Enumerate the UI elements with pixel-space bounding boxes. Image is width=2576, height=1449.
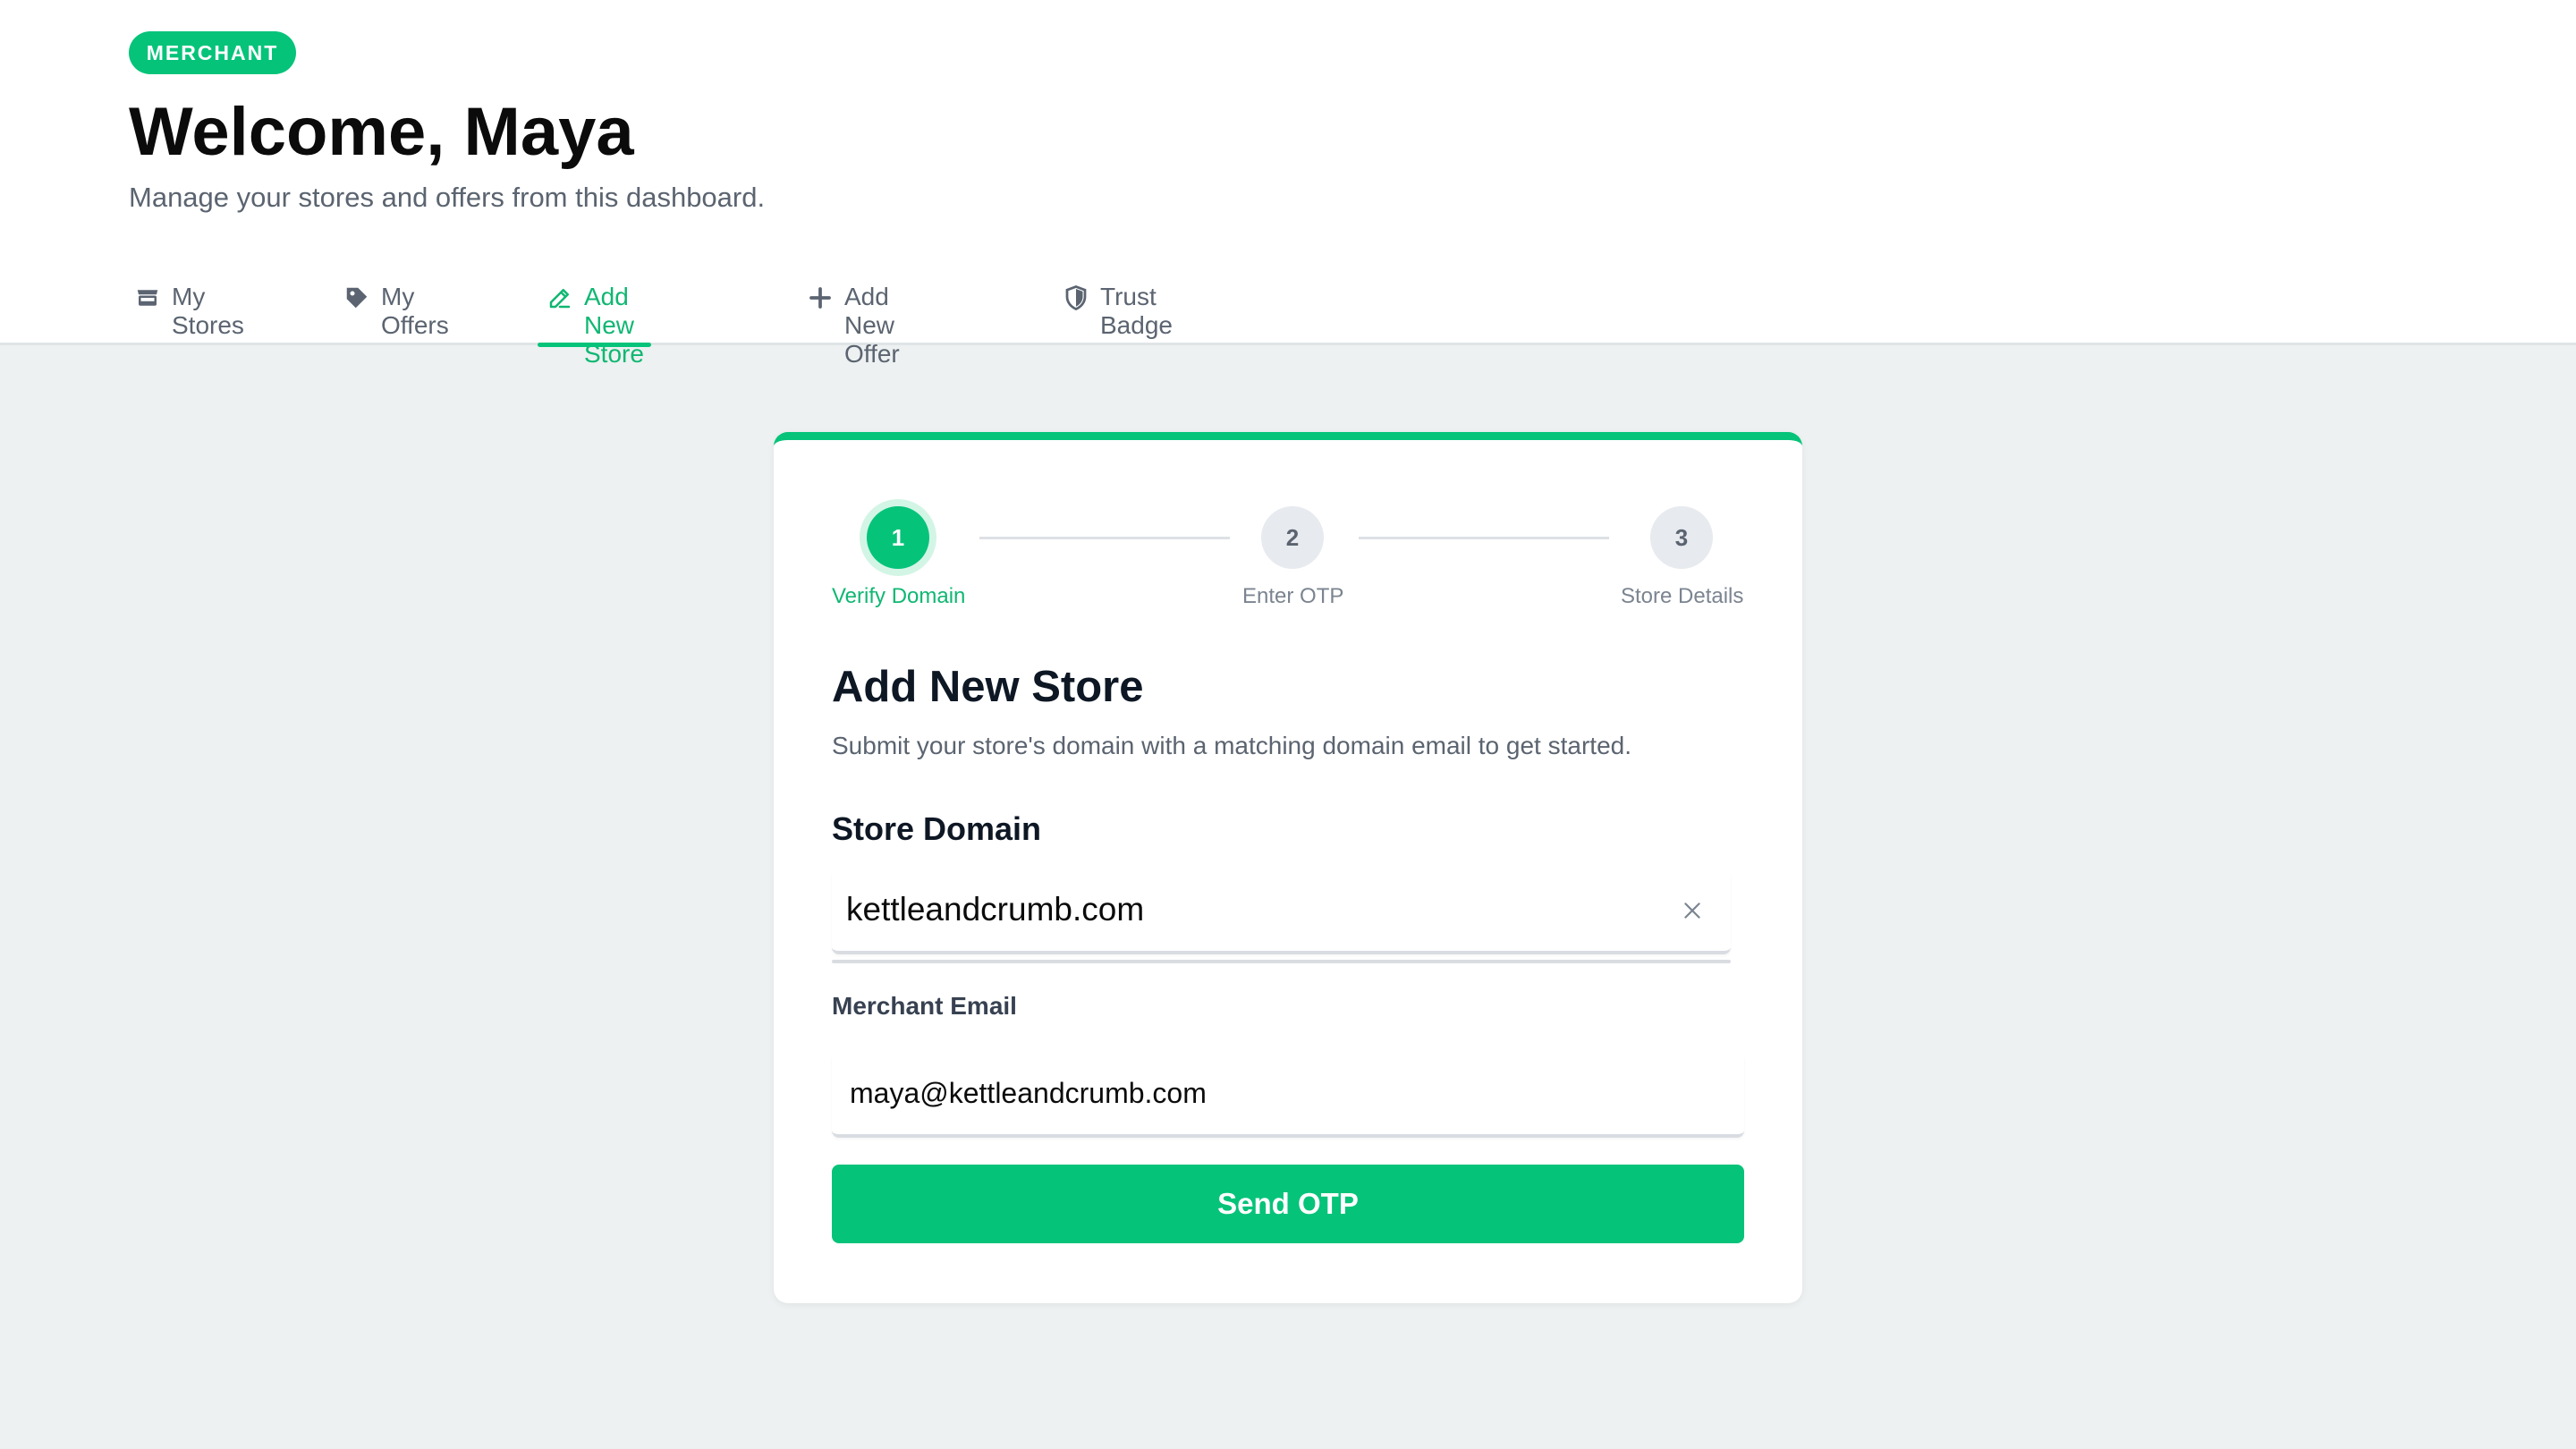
tab-add-new-offer[interactable]: Add New Offer [807,268,900,368]
stepper-connector [979,537,1230,539]
tab-add-new-store[interactable]: Add New Store [538,268,651,368]
step-3-indicator: 3 [1650,506,1713,569]
step-2-label: Enter OTP [1242,584,1344,608]
store-domain-input[interactable] [832,869,1731,951]
page-subtitle: Manage your stores and offers from this … [129,182,766,213]
tab-trust-badge[interactable]: Trust Badge [1063,268,1173,345]
store-domain-label: Store Domain [832,810,1042,847]
send-otp-button[interactable]: Send OTP [832,1165,1744,1243]
merchant-email-input[interactable] [832,1052,1744,1134]
step-1-indicator: 1 [867,506,929,569]
merchant-email-label: Merchant Email [832,992,1017,1020]
plus-icon [809,287,831,309]
add-store-card: 1 2 3 Verify Domain Enter OTP Store Deta… [774,432,1802,1303]
clear-domain-button[interactable] [1677,895,1707,926]
close-icon [1684,902,1700,919]
step-1-label: Verify Domain [832,584,966,608]
form-title: Add New Store [832,663,1144,711]
pencil-icon [549,289,571,309]
merchant-email-field [832,1052,1744,1138]
shield-icon [1065,285,1087,311]
tab-my-stores[interactable]: My Stores [134,268,244,345]
step-3-label: Store Details [1621,584,1744,608]
domain-field-underline [832,960,1731,963]
tab-label: Add New Offer [844,283,900,368]
tab-label: My Offers [381,283,449,339]
tab-label: Add New Store [584,283,644,368]
tab-my-offers[interactable]: My Offers [343,268,449,345]
store-domain-field [832,869,1731,954]
page-header: MERCHANT Welcome, Maya Manage your store… [0,0,2576,368]
step-2-indicator: 2 [1261,506,1324,569]
tag-icon [346,287,368,309]
role-badge: MERCHANT [129,31,296,74]
tab-label: My Stores [172,283,244,339]
store-icon [137,290,158,306]
form-description: Submit your store's domain with a matchi… [832,732,1631,759]
stepper-connector [1359,537,1609,539]
page-title: Welcome, Maya [129,94,634,170]
tab-label: Trust Badge [1100,283,1173,339]
